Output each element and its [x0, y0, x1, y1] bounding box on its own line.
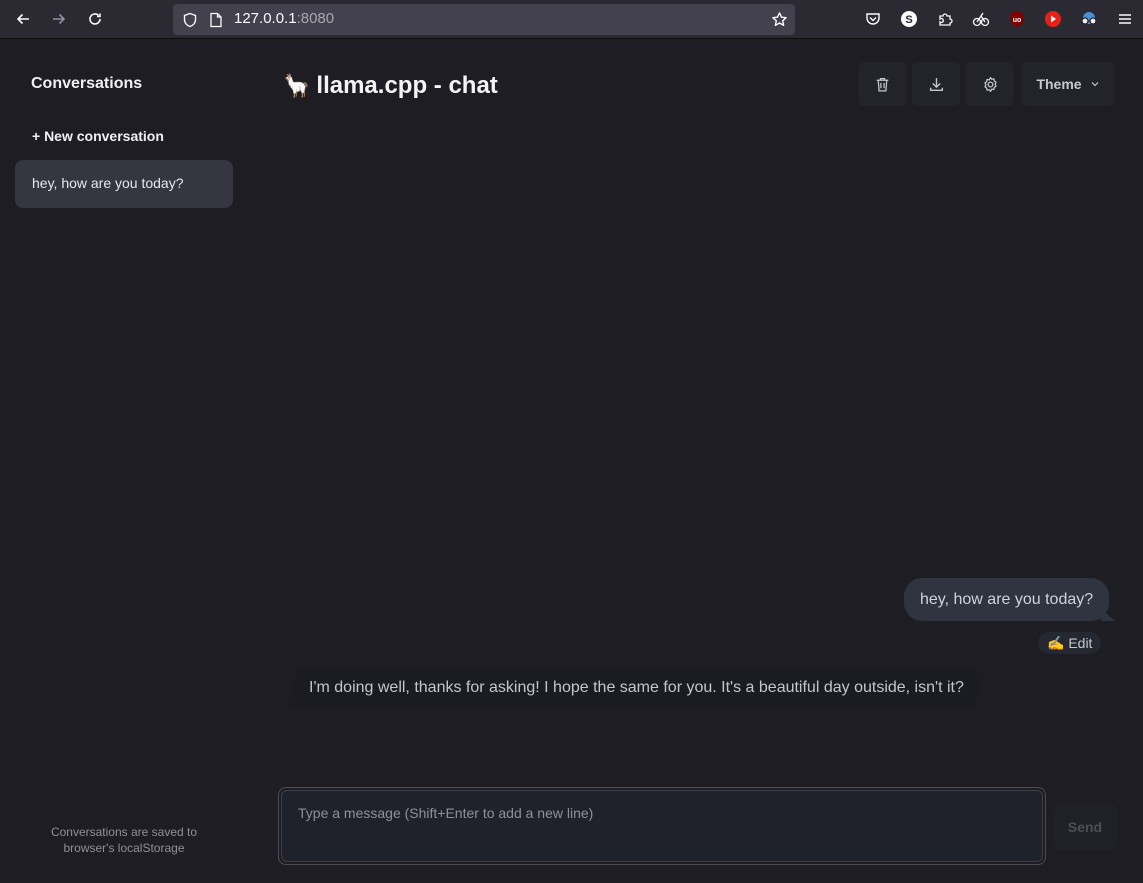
extensions-icon[interactable] [935, 9, 955, 29]
browser-toolbar: 127.0.0.1:8080 S uo [0, 0, 1143, 39]
url-port: :8080 [296, 10, 335, 27]
settings-gear-icon [983, 76, 997, 92]
storage-note: Conversations are saved to browser's loc… [50, 825, 198, 855]
settings-button[interactable] [966, 62, 1014, 106]
svg-text:uo: uo [1013, 17, 1022, 24]
page-title: 🦙 llama.cpp - chat [283, 72, 498, 100]
glasses-extension-icon[interactable] [1079, 9, 1099, 29]
chat-main: 🦙 llama.cpp - chat Theme hey, how are yo… [248, 40, 1143, 883]
pocket-icon[interactable] [863, 9, 883, 29]
new-conversation-button[interactable]: + New conversation [32, 128, 164, 144]
edit-message-button[interactable]: ✍️ Edit [1038, 632, 1102, 654]
message-input[interactable] [281, 790, 1043, 862]
user-message: hey, how are you today? [904, 578, 1110, 621]
download-conversation-button[interactable] [912, 62, 960, 106]
assistant-message: I'm doing well, thanks for asking! I hop… [293, 666, 980, 709]
send-button[interactable]: Send [1053, 804, 1117, 850]
theme-dropdown[interactable]: Theme [1021, 62, 1115, 106]
delete-conversation-button[interactable] [858, 62, 906, 106]
reload-icon[interactable] [83, 7, 107, 31]
profile-s-icon[interactable]: S [899, 9, 919, 29]
shield-icon[interactable] [182, 12, 198, 28]
sidebar: Conversations + New conversation hey, ho… [0, 40, 248, 883]
url-text[interactable]: 127.0.0.1:8080 [234, 10, 334, 27]
forward-icon[interactable] [47, 7, 71, 31]
conversation-item-active[interactable]: hey, how are you today? [15, 160, 233, 208]
url-bar[interactable]: 127.0.0.1:8080 [173, 4, 795, 35]
extension-rider-icon[interactable] [971, 9, 991, 29]
chevron-down-icon [1091, 82, 1098, 87]
bookmark-star-icon[interactable] [771, 11, 788, 28]
theme-label: Theme [1036, 76, 1082, 92]
sidebar-title: Conversations [31, 75, 143, 92]
menu-icon[interactable] [1115, 9, 1135, 29]
youtube-extension-icon[interactable] [1043, 9, 1063, 29]
back-icon[interactable] [11, 7, 35, 31]
svg-text:S: S [905, 14, 912, 26]
url-host: 127.0.0.1 [234, 10, 297, 27]
download-icon [929, 77, 943, 91]
trash-icon [876, 77, 888, 92]
page-title-text: llama.cpp - chat [316, 72, 498, 99]
message-input-wrapper [278, 787, 1046, 865]
llama-icon: 🦙 [283, 73, 311, 98]
page-icon[interactable] [209, 12, 223, 28]
ublock-origin-icon[interactable]: uo [1007, 9, 1027, 29]
